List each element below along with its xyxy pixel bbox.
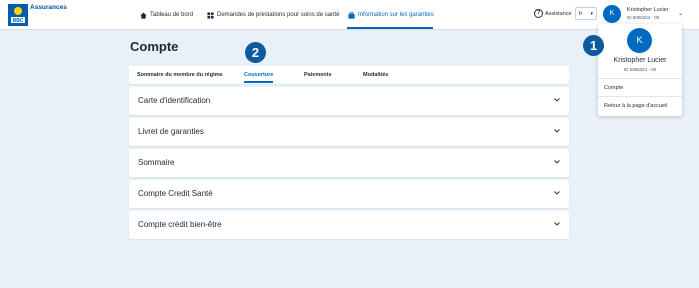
chevron-down-icon: ⌄ — [678, 11, 684, 17]
callout-badge-1: 1 — [583, 35, 604, 56]
accordion-item[interactable]: Compte Credit Santé — [129, 180, 569, 208]
tab-payments[interactable]: Paiements — [304, 72, 332, 78]
chevron-down-icon — [554, 191, 560, 195]
nav-dashboard[interactable]: Tableau de bord — [140, 0, 193, 30]
divider — [598, 96, 682, 97]
brand-name: Assurances — [30, 4, 67, 11]
rbc-logo[interactable]: RBC — [8, 4, 28, 26]
dropdown-user-id: ID 6056324 - 00 — [623, 67, 657, 72]
language-value: fr — [579, 11, 583, 17]
callout-badge-2: 2 — [245, 42, 266, 63]
accordion-label: Livret de garanties — [138, 127, 204, 136]
chevron-down-icon — [554, 129, 560, 133]
grid-icon — [207, 11, 214, 19]
accordion-label: Carte d'identification — [138, 96, 211, 105]
accordion-item[interactable]: Compte crédit bien-être — [129, 211, 569, 239]
help-icon: ? — [534, 9, 543, 18]
tab-terms[interactable]: Modalités — [363, 72, 388, 78]
accordion-label: Compte Credit Santé — [138, 189, 213, 198]
nav-benefits[interactable]: Information sur les garanties — [348, 0, 434, 30]
accordion-item[interactable]: Carte d'identification — [129, 87, 569, 115]
user-id: ID 6056324 - 00 — [627, 15, 660, 20]
chevron-down-icon — [554, 98, 560, 102]
accordion-label: Sommaire — [138, 158, 175, 167]
assistance-label: Assistance — [545, 10, 572, 17]
nav-active-indicator — [347, 27, 433, 29]
tab-bar: Sommaire du membre du régime Couverture … — [129, 66, 569, 84]
dropdown-link-home[interactable]: Retour à la page d'accueil — [604, 103, 667, 109]
assistance-link[interactable]: ? Assistance — [534, 9, 572, 18]
nav-claims-label: Demandes de prestations pour soins de sa… — [217, 12, 340, 18]
tab-summary[interactable]: Sommaire du membre du régime — [137, 72, 223, 78]
accordion-item[interactable]: Sommaire — [129, 149, 569, 177]
page-title: Compte — [130, 39, 179, 54]
user-dropdown-panel: K Kristopher Lucier ID 6056324 - 00 Comp… — [598, 24, 682, 116]
logo-text: RBC — [13, 18, 24, 24]
top-header: RBC Assurances Tableau de bord Demandes … — [0, 0, 699, 30]
divider — [598, 78, 682, 79]
tab-coverage[interactable]: Couverture — [244, 72, 273, 78]
chevron-down-icon: ▾ — [590, 11, 593, 17]
home-icon — [140, 11, 147, 19]
nav-claims[interactable]: Demandes de prestations pour soins de sa… — [207, 0, 339, 30]
avatar: K — [627, 28, 652, 53]
dropdown-link-account[interactable]: Compte — [604, 85, 623, 91]
dropdown-user-name: Kristopher Lucier — [613, 57, 667, 64]
nav-benefits-label: Information sur les garanties — [358, 12, 434, 18]
avatar: K — [603, 5, 621, 23]
accordion-item[interactable]: Livret de garanties — [129, 118, 569, 146]
user-name: Kristopher Lucier — [627, 7, 669, 13]
chevron-down-icon — [554, 222, 560, 226]
briefcase-icon — [348, 11, 355, 19]
language-select[interactable]: fr ▾ — [575, 7, 597, 20]
accordion-label: Compte crédit bien-être — [138, 220, 222, 229]
tab-active-indicator — [244, 81, 273, 83]
chevron-down-icon — [554, 160, 560, 164]
nav-dashboard-label: Tableau de bord — [150, 12, 194, 18]
